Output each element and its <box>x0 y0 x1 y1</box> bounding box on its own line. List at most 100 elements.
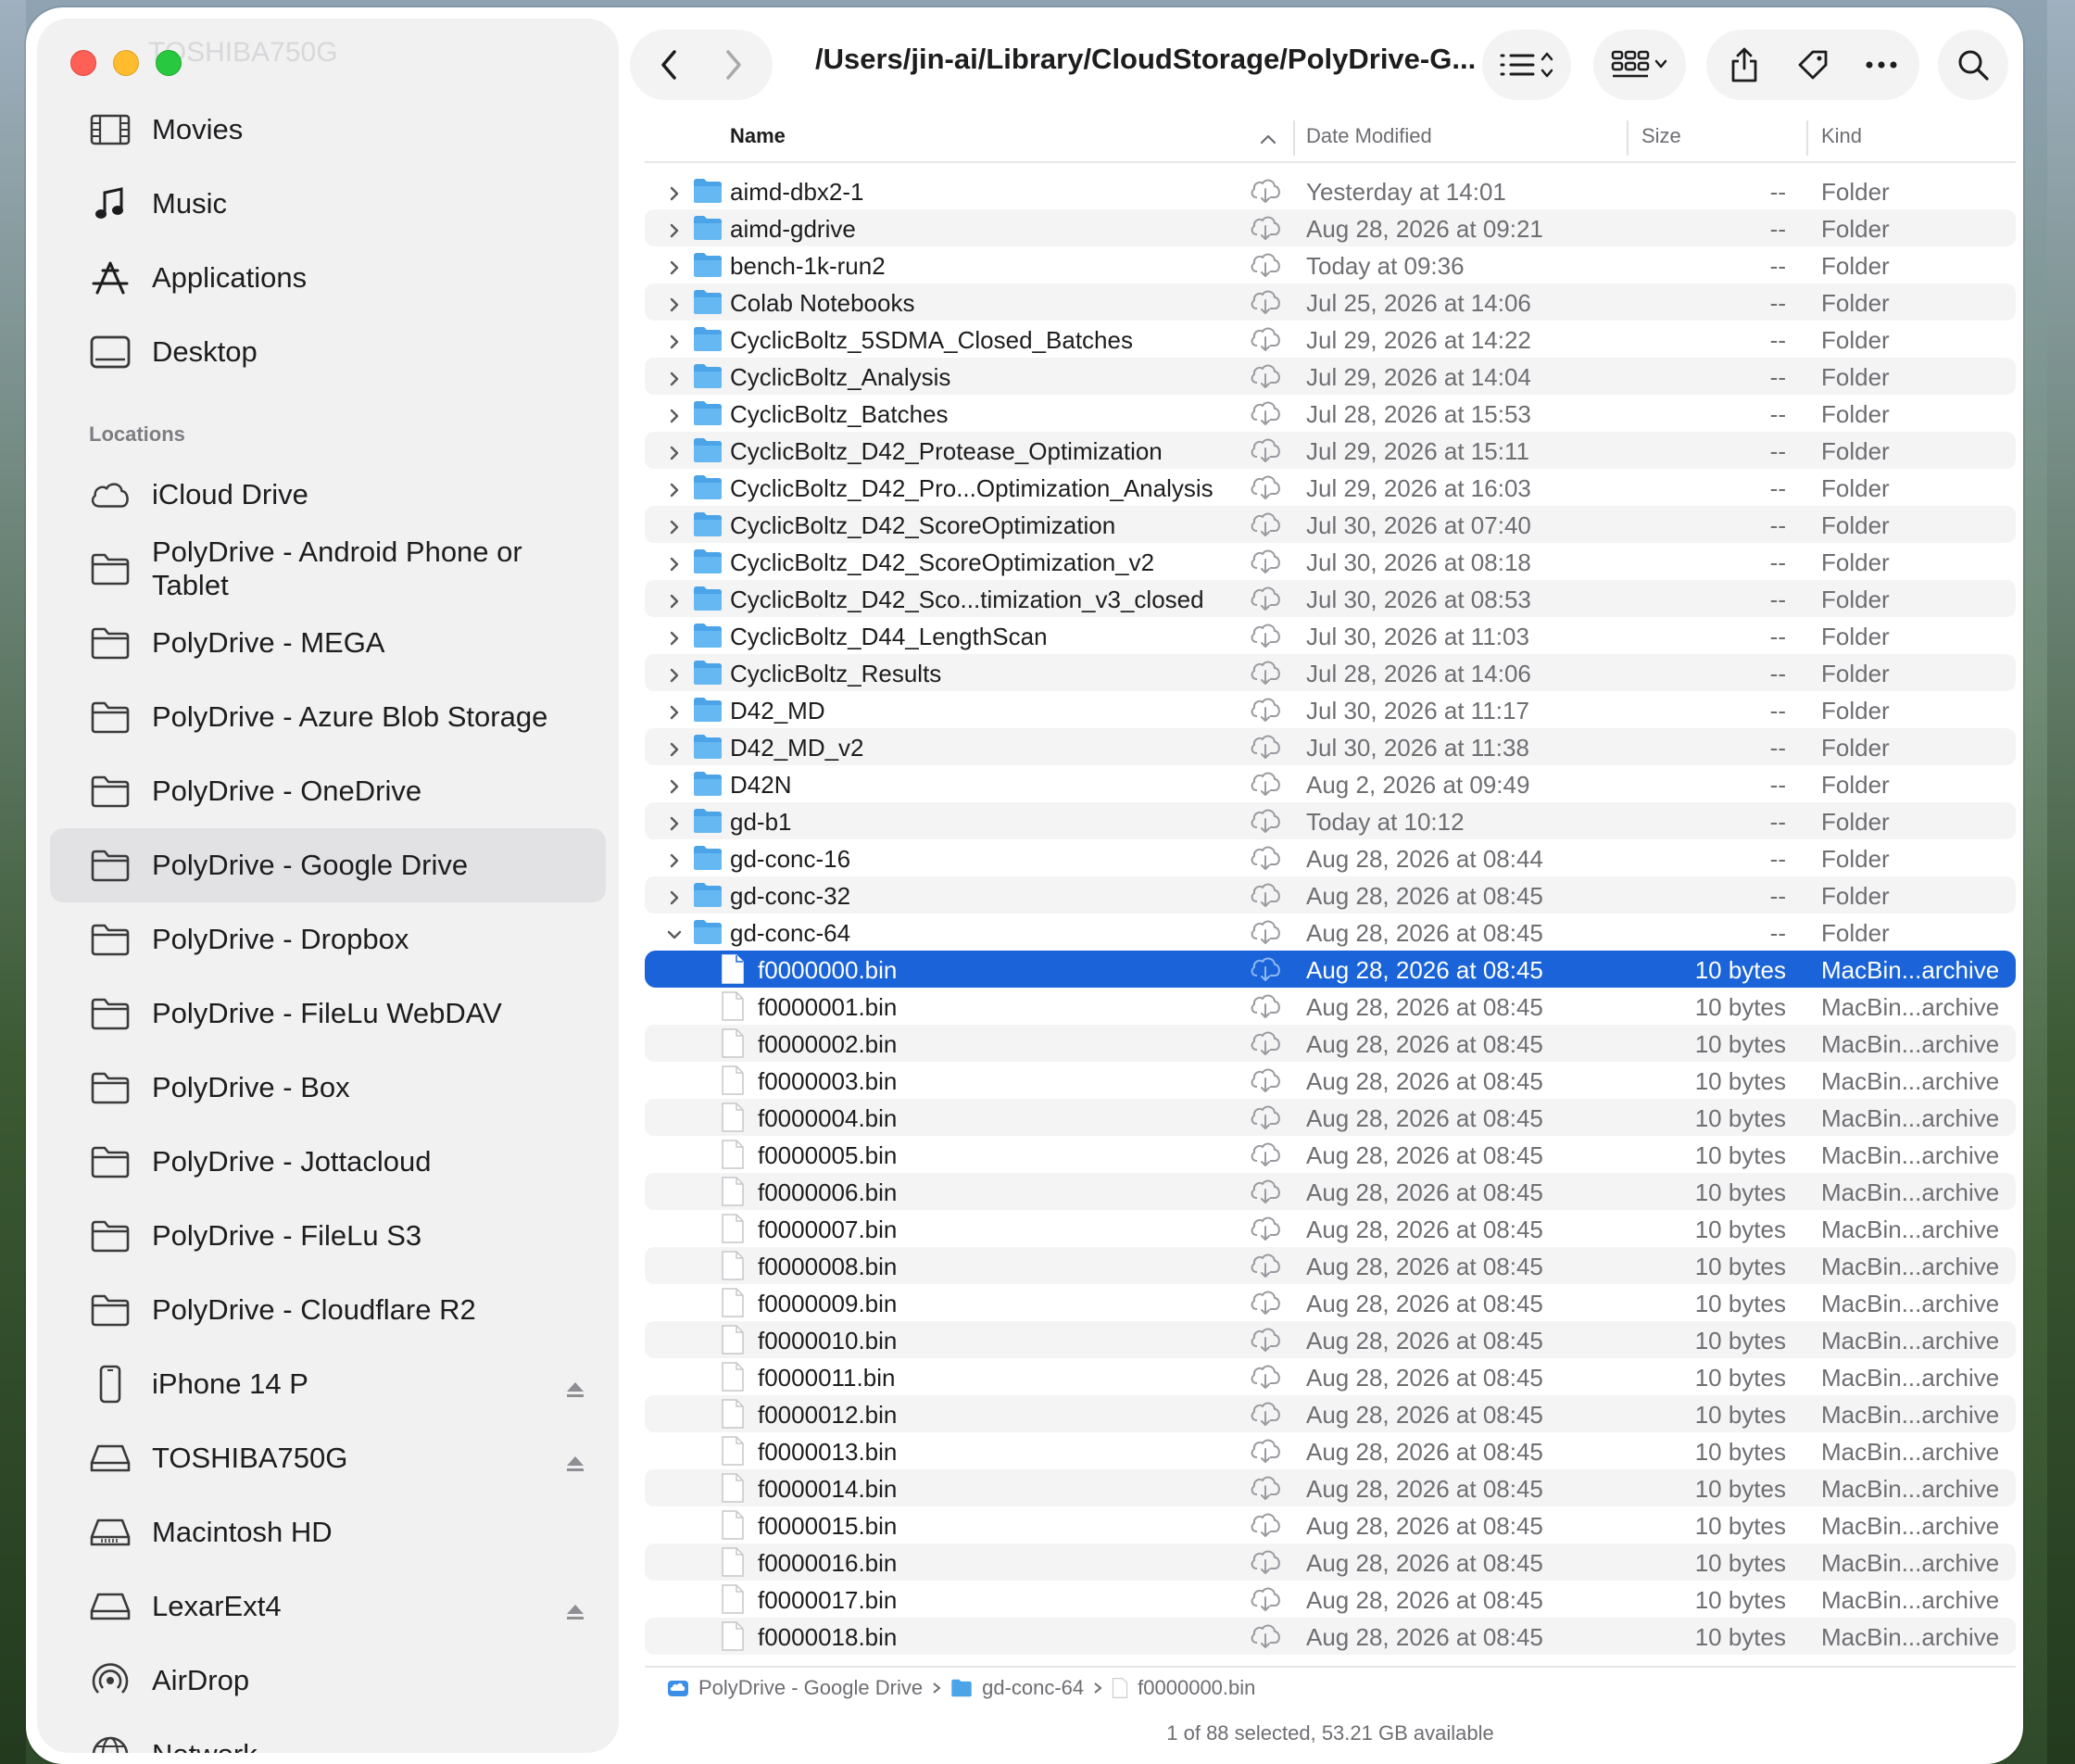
cloud-download-icon[interactable] <box>1249 326 1282 352</box>
column-separator[interactable] <box>1627 120 1629 156</box>
file-row[interactable]: f0000015.bin Aug 28, 2026 at 08:45 10 byte… <box>645 1506 2016 1544</box>
cloud-download-icon[interactable] <box>1249 1364 1282 1390</box>
sidebar-item-polydrive-android-phone-or-tablet[interactable]: PolyDrive - Android Phone or Tablet <box>50 532 606 606</box>
file-row[interactable]: f0000007.bin Aug 28, 2026 at 08:45 10 byte… <box>645 1210 2016 1247</box>
more-button[interactable] <box>1847 32 1916 97</box>
disclosure-collapsed-icon[interactable] <box>665 218 684 238</box>
eject-icon[interactable] <box>565 1447 585 1480</box>
minimize-button[interactable] <box>113 50 139 76</box>
cloud-download-icon[interactable] <box>1249 215 1282 241</box>
disclosure-collapsed-icon[interactable] <box>665 662 684 683</box>
disclosure-collapsed-icon[interactable] <box>665 403 684 423</box>
cloud-download-icon[interactable] <box>1249 1290 1282 1316</box>
disclosure-collapsed-icon[interactable] <box>665 848 684 868</box>
sidebar-item-iphone-14-p[interactable]: iPhone 14 P <box>50 1347 606 1421</box>
folder-row[interactable]: gd-conc-16 Aug 28, 2026 at 08:44 -- Folder <box>645 839 2016 876</box>
cloud-download-icon[interactable] <box>1249 1216 1282 1241</box>
disclosure-collapsed-icon[interactable] <box>665 477 684 498</box>
folder-row[interactable]: D42_MD Jul 30, 2026 at 11:17 -- Folder <box>645 691 2016 728</box>
cloud-download-icon[interactable] <box>1249 1438 1282 1464</box>
disclosure-collapsed-icon[interactable] <box>665 737 684 757</box>
cloud-download-icon[interactable] <box>1249 1512 1282 1538</box>
column-kind-header[interactable]: Kind <box>1821 124 1862 148</box>
path-segment[interactable]: gd-conc-64 <box>950 1676 1084 1700</box>
sidebar-item-polydrive-jottacloud[interactable]: PolyDrive - Jottacloud <box>50 1125 606 1199</box>
file-row[interactable]: f0000018.bin Aug 28, 2026 at 08:45 10 byte… <box>645 1618 2016 1655</box>
cloud-download-icon[interactable] <box>1249 845 1282 871</box>
cloud-download-icon[interactable] <box>1249 1401 1282 1427</box>
search-button[interactable] <box>1938 30 2008 100</box>
column-size-header[interactable]: Size <box>1641 124 1681 148</box>
folder-row[interactable]: D42_MD_v2 Jul 30, 2026 at 11:38 -- Folder <box>645 728 2016 765</box>
sidebar-item-polydrive-box[interactable]: PolyDrive - Box <box>50 1051 606 1125</box>
folder-row[interactable]: CyclicBoltz_Batches Jul 28, 2026 at 15:53… <box>645 395 2016 432</box>
disclosure-collapsed-icon[interactable] <box>665 885 684 905</box>
cloud-download-icon[interactable] <box>1249 1327 1282 1353</box>
folder-row[interactable]: CyclicBoltz_D44_LengthScan Jul 30, 2026 a… <box>645 617 2016 654</box>
file-row[interactable]: f0000011.bin Aug 28, 2026 at 08:45 10 byte… <box>645 1358 2016 1395</box>
cloud-download-icon[interactable] <box>1249 1067 1282 1093</box>
file-row[interactable]: f0000010.bin Aug 28, 2026 at 08:45 10 byte… <box>645 1321 2016 1358</box>
cloud-download-icon[interactable] <box>1249 734 1282 760</box>
cloud-download-icon[interactable] <box>1249 1141 1282 1167</box>
close-button[interactable] <box>70 50 96 76</box>
disclosure-collapsed-icon[interactable] <box>665 551 684 572</box>
folder-row[interactable]: CyclicBoltz_D42_ScoreOptimization Jul 30,… <box>645 506 2016 543</box>
tag-button[interactable] <box>1779 32 1847 97</box>
folder-row[interactable]: gd-conc-64 Aug 28, 2026 at 08:45 -- Folder <box>645 914 2016 951</box>
cloud-download-icon[interactable] <box>1249 808 1282 834</box>
sidebar-item-toshiba750g[interactable]: TOSHIBA750G <box>50 1421 606 1495</box>
sidebar-item-lexarext4[interactable]: LexarExt4 <box>50 1569 606 1644</box>
disclosure-collapsed-icon[interactable] <box>665 366 684 386</box>
cloud-download-icon[interactable] <box>1249 771 1282 797</box>
disclosure-collapsed-icon[interactable] <box>665 292 684 312</box>
disclosure-collapsed-icon[interactable] <box>665 588 684 609</box>
disclosure-collapsed-icon[interactable] <box>665 699 684 720</box>
sidebar-item-network[interactable]: Network <box>50 1718 606 1753</box>
eject-icon[interactable] <box>565 1595 585 1629</box>
file-row[interactable]: f0000016.bin Aug 28, 2026 at 08:45 10 byte… <box>645 1544 2016 1581</box>
cloud-download-icon[interactable] <box>1249 400 1282 426</box>
folder-row[interactable]: bench-1k-run2 Today at 09:36 -- Folder <box>645 246 2016 284</box>
group-button[interactable] <box>1593 30 1686 100</box>
cloud-download-icon[interactable] <box>1249 1030 1282 1056</box>
sidebar-item-polydrive-onedrive[interactable]: PolyDrive - OneDrive <box>50 754 606 828</box>
disclosure-collapsed-icon[interactable] <box>665 811 684 831</box>
sidebar-item-airdrop[interactable]: AirDrop <box>50 1644 606 1718</box>
cloud-download-icon[interactable] <box>1249 623 1282 649</box>
column-separator[interactable] <box>1293 120 1295 156</box>
folder-row[interactable]: Colab Notebooks Jul 25, 2026 at 14:06 -- Fo… <box>645 284 2016 321</box>
sidebar-item-music[interactable]: Music <box>50 167 606 241</box>
cloud-download-icon[interactable] <box>1249 178 1282 204</box>
folder-row[interactable]: aimd-dbx2-1 Yesterday at 14:01 -- Folder <box>645 172 2016 209</box>
disclosure-expanded-icon[interactable] <box>665 922 684 940</box>
cloud-download-icon[interactable] <box>1249 1586 1282 1612</box>
cloud-download-icon[interactable] <box>1249 660 1282 686</box>
file-row[interactable]: f0000000.bin Aug 28, 2026 at 08:45 10 byte… <box>645 951 2016 988</box>
folder-row[interactable]: CyclicBoltz_Results Jul 28, 2026 at 14:06… <box>645 654 2016 691</box>
cloud-download-icon[interactable] <box>1249 548 1282 574</box>
cloud-download-icon[interactable] <box>1249 474 1282 500</box>
cloud-download-icon[interactable] <box>1249 1104 1282 1130</box>
share-button[interactable] <box>1710 32 1779 97</box>
sidebar-item-icloud-drive[interactable]: iCloud Drive <box>50 458 606 532</box>
disclosure-collapsed-icon[interactable] <box>665 255 684 275</box>
file-row[interactable]: f0000012.bin Aug 28, 2026 at 08:45 10 byte… <box>645 1395 2016 1432</box>
cloud-download-icon[interactable] <box>1249 289 1282 315</box>
file-row[interactable]: f0000017.bin Aug 28, 2026 at 08:45 10 byte… <box>645 1581 2016 1618</box>
path-segment[interactable]: f0000000.bin <box>1112 1676 1255 1700</box>
sidebar-item-polydrive-filelu-s3[interactable]: PolyDrive - FileLu S3 <box>50 1199 606 1273</box>
cloud-download-icon[interactable] <box>1249 586 1282 611</box>
column-name-header[interactable]: Name <box>730 124 786 148</box>
folder-row[interactable]: gd-b1 Today at 10:12 -- Folder <box>645 802 2016 839</box>
sidebar-item-polydrive-google-drive[interactable]: PolyDrive - Google Drive <box>50 828 606 902</box>
column-separator[interactable] <box>1806 120 1808 156</box>
path-segment[interactable]: PolyDrive - Google Drive <box>667 1676 923 1700</box>
file-row[interactable]: f0000001.bin Aug 28, 2026 at 08:45 10 byte… <box>645 988 2016 1025</box>
disclosure-collapsed-icon[interactable] <box>665 625 684 646</box>
file-row[interactable]: f0000004.bin Aug 28, 2026 at 08:45 10 byte… <box>645 1099 2016 1136</box>
sidebar-item-desktop[interactable]: Desktop <box>50 315 606 389</box>
sidebar-item-polydrive-cloudflare-r2[interactable]: PolyDrive - Cloudflare R2 <box>50 1273 606 1347</box>
sidebar-item-polydrive-filelu-webdav[interactable]: PolyDrive - FileLu WebDAV <box>50 976 606 1051</box>
column-date-header[interactable]: Date Modified <box>1306 124 1432 148</box>
